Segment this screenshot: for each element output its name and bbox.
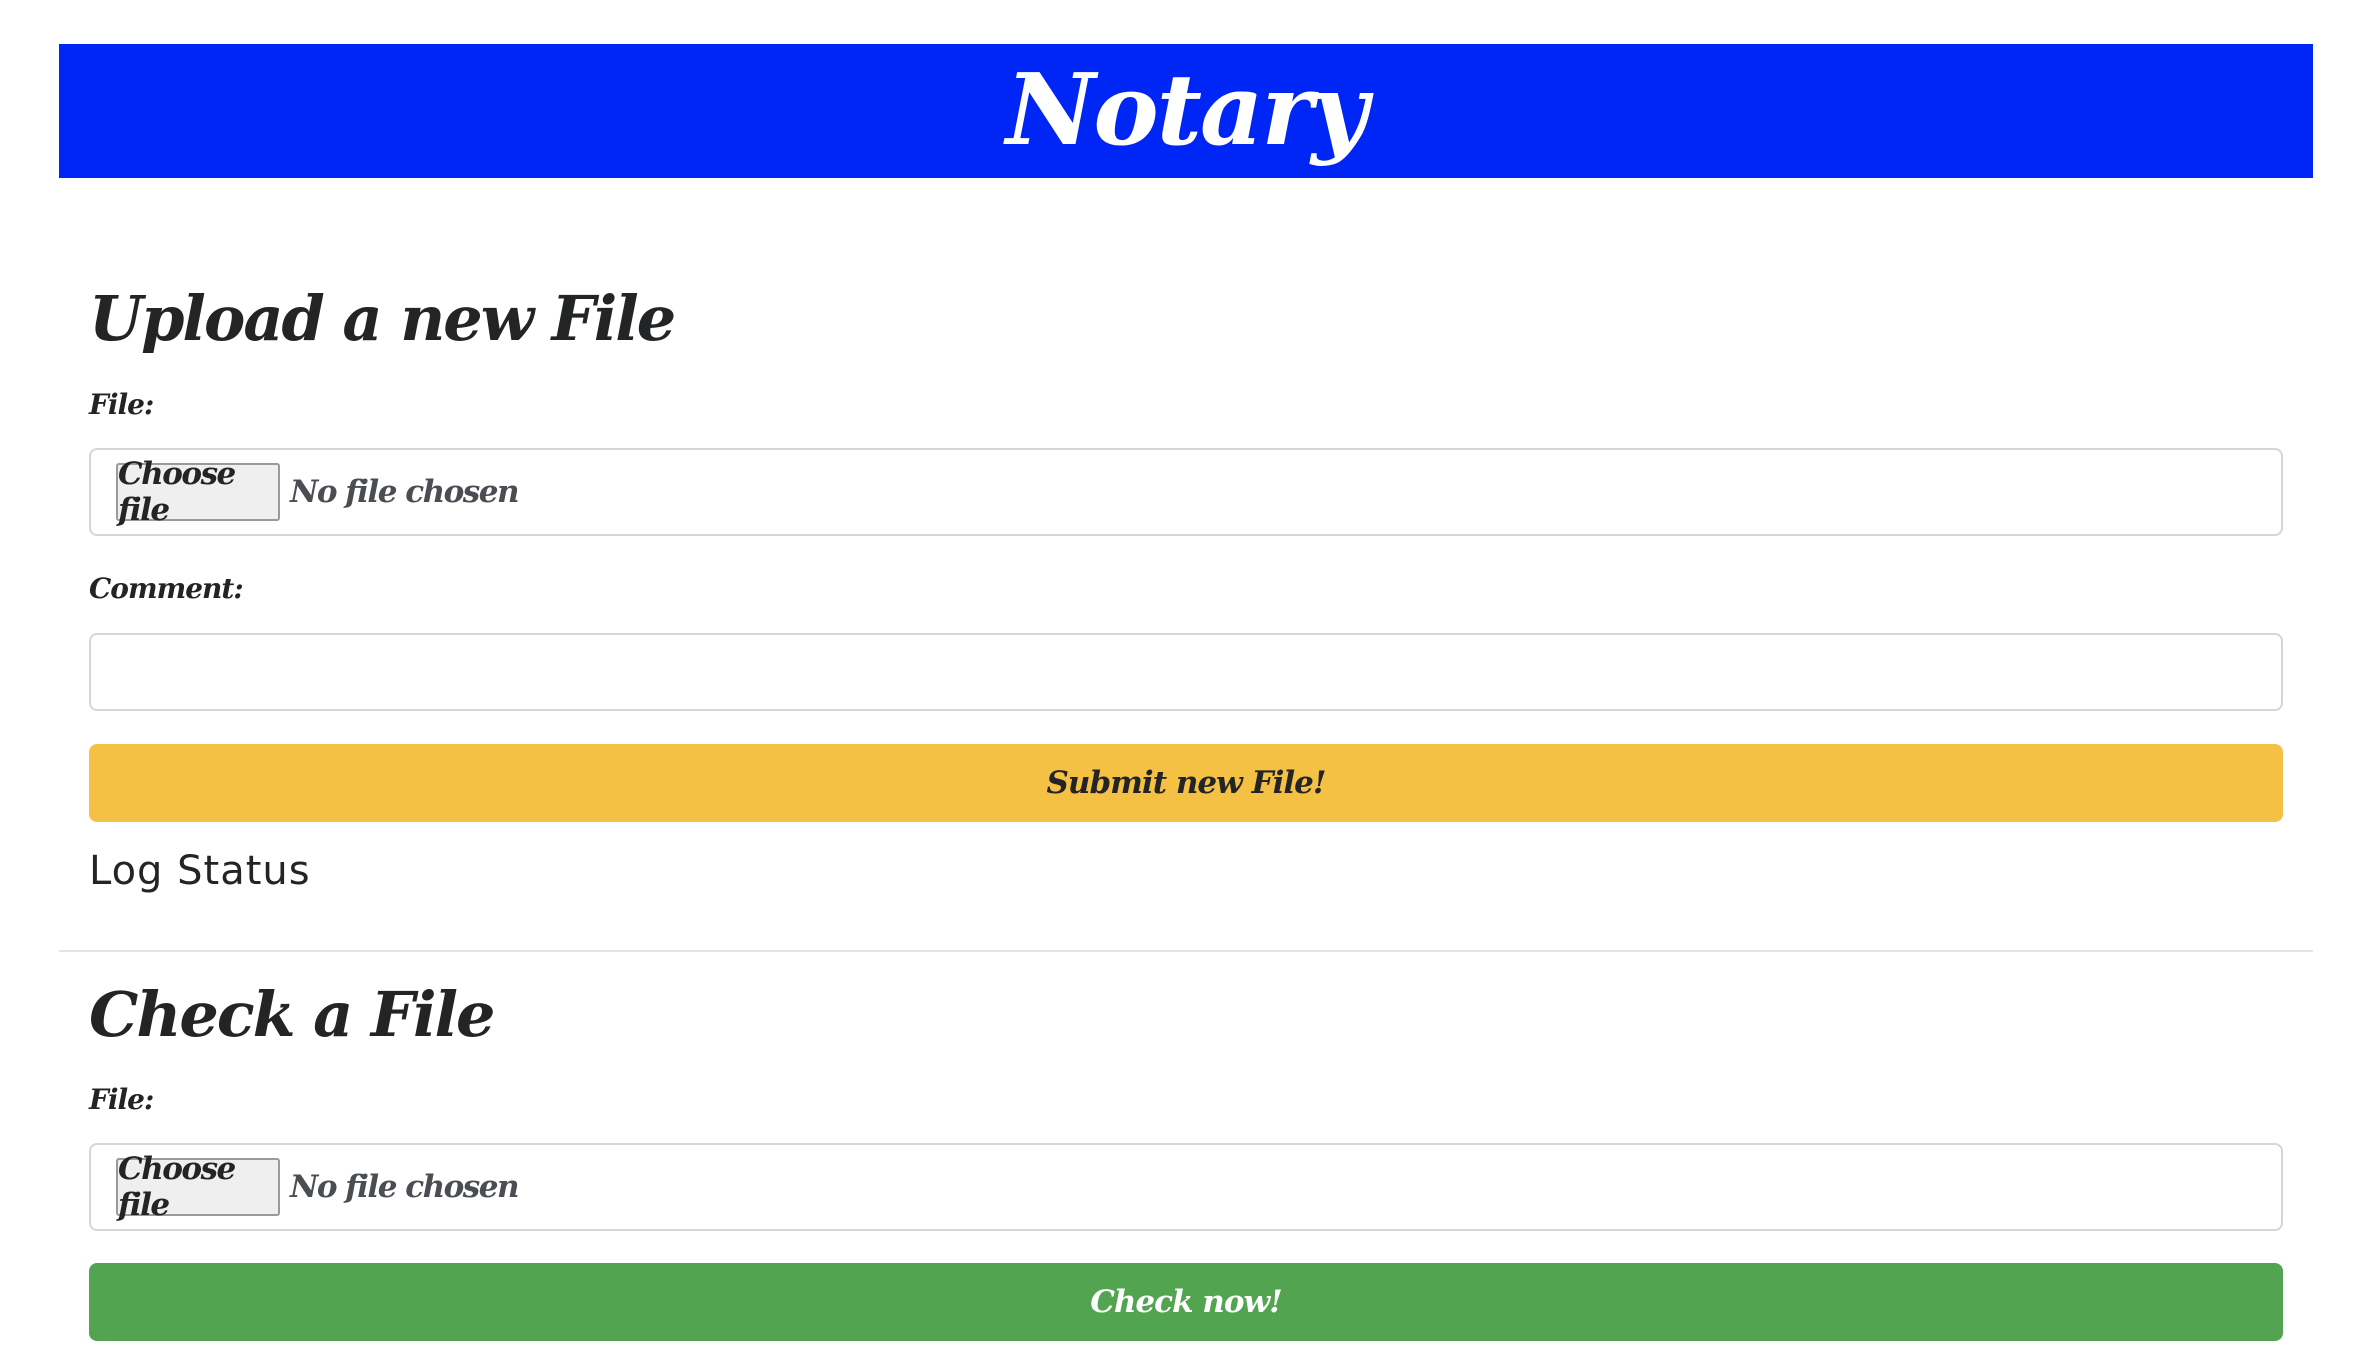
check-no-file-text: No file chosen — [290, 1169, 520, 1205]
check-file-input[interactable]: Choose file No file chosen — [89, 1143, 2283, 1231]
check-section-title: Check a File — [89, 978, 495, 1051]
section-divider — [59, 950, 2313, 952]
upload-choose-file-button[interactable]: Choose file — [116, 456, 280, 528]
app-header: Notary — [59, 44, 2313, 178]
check-choose-file-button[interactable]: Choose file — [116, 1151, 280, 1223]
submit-new-file-button[interactable]: Submit new File! — [89, 744, 2283, 822]
upload-file-label: File: — [89, 388, 154, 421]
check-now-button[interactable]: Check now! — [89, 1263, 2283, 1341]
log-status-text: Log Status — [89, 848, 311, 894]
comment-label: Comment: — [89, 572, 244, 605]
upload-no-file-text: No file chosen — [290, 474, 520, 510]
upload-section-title: Upload a new File — [89, 282, 676, 355]
app-title: Notary — [1005, 53, 1368, 168]
check-file-label: File: — [89, 1083, 154, 1116]
comment-input[interactable] — [89, 633, 2283, 711]
upload-file-input[interactable]: Choose file No file chosen — [89, 448, 2283, 536]
